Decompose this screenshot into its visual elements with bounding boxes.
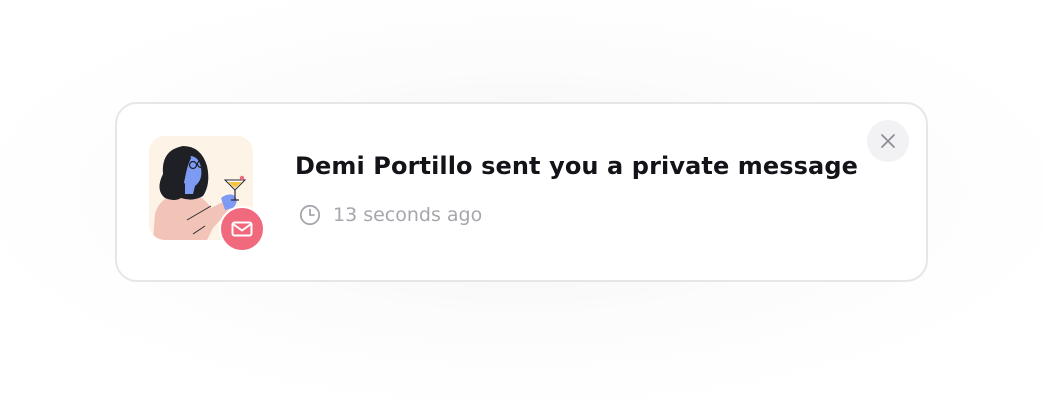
message-badge bbox=[219, 206, 265, 252]
notification-backdrop: Demi Portillo sent you a private message… bbox=[0, 0, 1044, 408]
envelope-icon bbox=[231, 221, 253, 237]
close-button[interactable] bbox=[867, 120, 909, 162]
clock-icon bbox=[299, 204, 321, 226]
avatar-group bbox=[149, 136, 265, 252]
notification-meta: 13 seconds ago bbox=[299, 204, 482, 226]
notification-title: Demi Portillo sent you a private message bbox=[295, 152, 858, 180]
notification-toast[interactable]: Demi Portillo sent you a private message… bbox=[115, 102, 928, 282]
close-icon bbox=[881, 134, 895, 148]
notification-time: 13 seconds ago bbox=[333, 204, 483, 226]
